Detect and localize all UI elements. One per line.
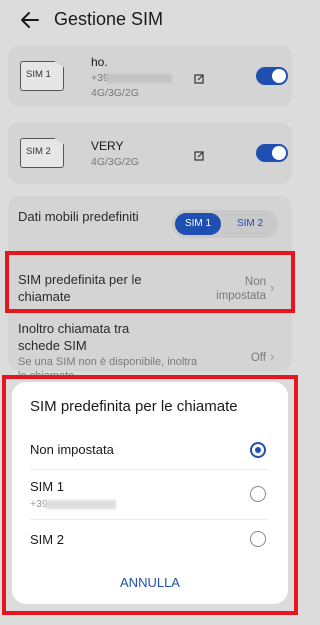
redacted-number — [46, 500, 116, 509]
radio-sim-2[interactable] — [250, 531, 266, 547]
forwarding-label[interactable]: Inoltro chiamata tra schede SIM — [18, 320, 168, 354]
option-sim-1[interactable]: SIM 1 — [30, 479, 64, 494]
sim-networks: 4G/3G/2G — [91, 87, 139, 99]
dialog-title: SIM predefinita per le chiamate — [30, 398, 238, 415]
header-bar: Gestione SIM — [0, 0, 300, 40]
divider — [30, 519, 268, 520]
data-sim-selector[interactable]: SIM 1 SIM 2 — [172, 210, 278, 238]
option-non-impostata[interactable]: Non impostata — [30, 442, 114, 457]
cancel-button[interactable]: ANNULLA — [0, 575, 300, 590]
edit-icon[interactable] — [194, 148, 204, 161]
arrow-left-icon[interactable] — [18, 8, 42, 32]
sim-card-2: SIM 2 VERY 4G/3G/2G — [8, 122, 292, 184]
sim-chip-icon: SIM 1 — [20, 61, 64, 91]
page-title: Gestione SIM — [54, 9, 164, 29]
call-default-value: Non impostata — [216, 276, 266, 302]
sim-chip-icon: SIM 2 — [20, 138, 64, 168]
divider — [30, 469, 268, 470]
data-sim-1-option[interactable]: SIM 1 — [175, 213, 221, 235]
sim-name[interactable]: ho. — [91, 55, 108, 69]
option-sim-2[interactable]: SIM 2 — [30, 532, 64, 547]
radio-non-impostata[interactable] — [250, 442, 266, 458]
edit-icon[interactable] — [194, 71, 204, 84]
sim-name[interactable]: VERY — [91, 139, 123, 153]
sim-networks: 4G/3G/2G — [91, 156, 139, 168]
forwarding-value: Off — [250, 352, 266, 364]
call-default-label[interactable]: SIM predefinita per le chiamate — [18, 271, 183, 305]
chevron-right-icon: › — [270, 349, 275, 364]
sim-1-toggle[interactable] — [256, 67, 288, 85]
sim-2-toggle[interactable] — [256, 144, 288, 162]
data-default-label: Dati mobili predefiniti — [18, 209, 139, 224]
sim-card-1: SIM 1 ho. +39 4G/3G/2G — [8, 45, 292, 107]
data-sim-2-option[interactable]: SIM 2 — [226, 213, 274, 235]
chevron-right-icon: › — [270, 280, 275, 295]
radio-sim-1[interactable] — [250, 486, 266, 502]
redacted-number — [106, 74, 172, 83]
